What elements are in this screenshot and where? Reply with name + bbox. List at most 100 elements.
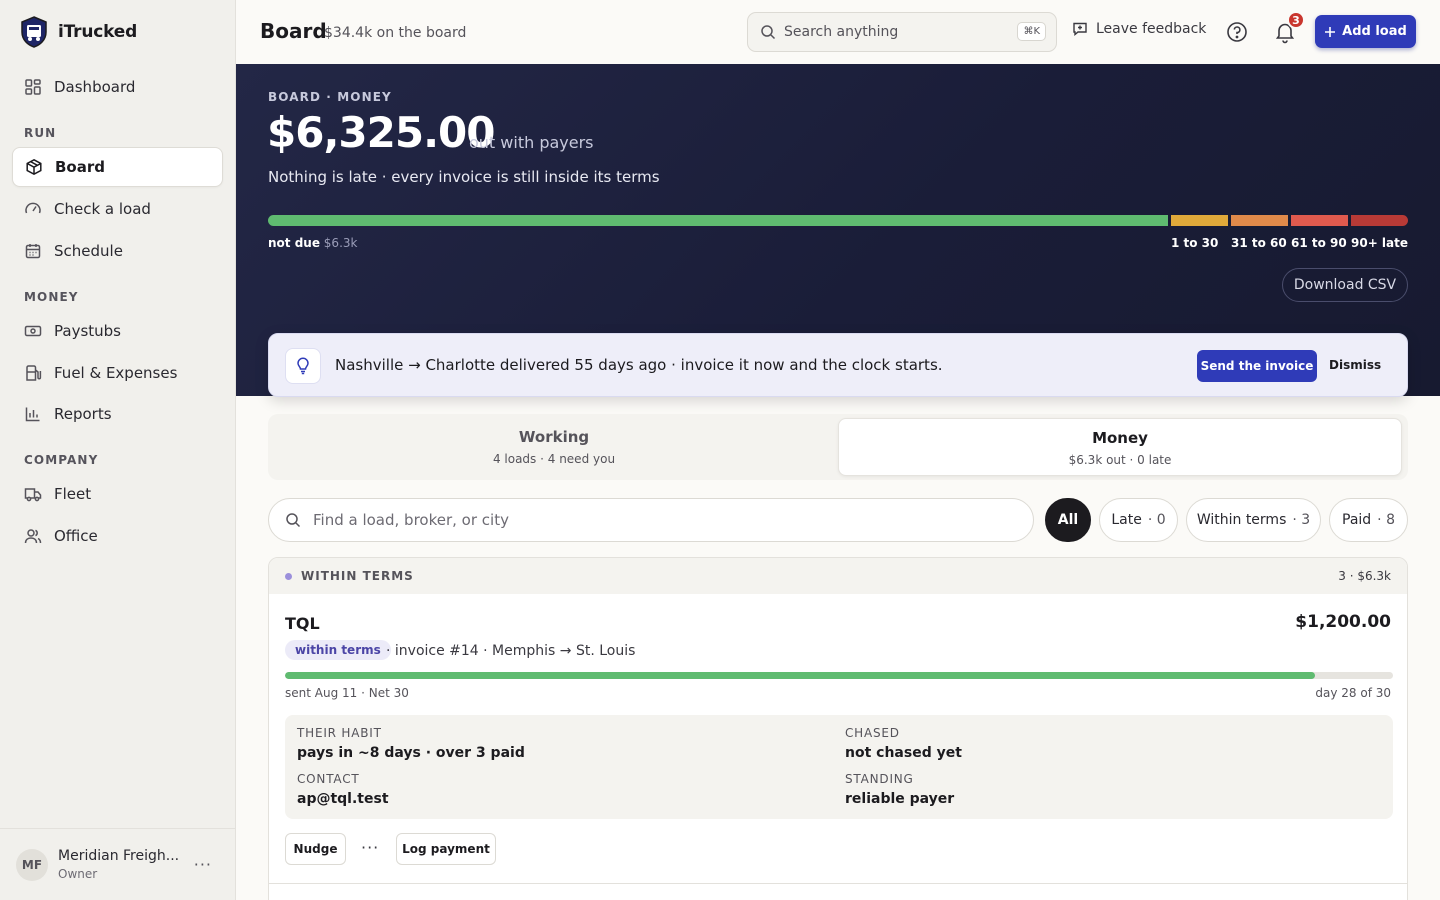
help-icon[interactable] — [1226, 21, 1248, 43]
feedback-icon — [1073, 22, 1087, 36]
aging-label-text: 1 to 30 — [1171, 236, 1219, 250]
sidebar-item-label: Paystubs — [54, 322, 121, 340]
brand-name: iTrucked — [58, 22, 138, 42]
sidebar-item-label: Board — [55, 158, 105, 176]
aging-label-text: 90+ late — [1351, 236, 1409, 250]
sidebar-item-label: Fleet — [54, 485, 92, 503]
sidebar-item-office[interactable]: Office — [12, 516, 223, 556]
brand[interactable]: iTrucked — [20, 16, 137, 48]
search-icon — [761, 25, 776, 40]
hero-note: Nothing is late · every invoice is still… — [268, 168, 660, 186]
leave-feedback-button[interactable]: Leave feedback — [1072, 21, 1206, 37]
org-name: Meridian Freigh... — [58, 848, 180, 864]
invoice-amount: $1,200.00 — [1295, 612, 1391, 632]
hero-eyebrow: BOARD · MONEY — [268, 90, 392, 104]
standing-label: STANDING — [845, 772, 914, 786]
standing-value: reliable payer — [845, 791, 955, 807]
chased-label: CHASED — [845, 726, 900, 740]
invoice-hint-card: Nashville → Charlotte delivered 55 days … — [268, 333, 1408, 397]
status-badge: within terms — [285, 640, 391, 660]
aging-segment — [1171, 215, 1228, 226]
bar-chart-icon — [25, 407, 40, 422]
topbar: Board $34.4k on the board Search anythin… — [236, 0, 1440, 64]
users-icon — [24, 529, 42, 544]
dismiss-button[interactable]: Dismiss — [1329, 358, 1381, 372]
fuel-icon — [26, 365, 42, 381]
tab-subtitle: $6.3k out · 0 late — [1068, 453, 1172, 467]
divider — [269, 883, 1407, 884]
aging-segment — [1291, 215, 1348, 226]
nav-section-money: MONEY — [24, 290, 79, 304]
more-icon[interactable]: ··· — [361, 838, 379, 857]
chip-count: · 8 — [1377, 512, 1395, 528]
download-csv-button[interactable]: Download CSV — [1282, 268, 1408, 302]
habit-label: THEIR HABIT — [297, 726, 382, 740]
tab-money[interactable]: Money $6.3k out · 0 late — [838, 418, 1402, 476]
sidebar-item-label: Office — [54, 527, 98, 545]
dashboard-icon — [25, 79, 41, 95]
find-load-input[interactable]: Find a load, broker, or city — [268, 498, 1034, 542]
sidebar-item-fleet[interactable]: Fleet — [12, 474, 223, 514]
habit-value: pays in ~8 days · over 3 paid — [297, 745, 525, 761]
sidebar-item-check-a-load[interactable]: Check a load — [12, 189, 223, 229]
sidebar-item-label: Reports — [54, 405, 112, 423]
page-subtitle: $34.4k on the board — [324, 25, 467, 41]
more-icon[interactable]: ··· — [194, 855, 212, 874]
nudge-button[interactable]: Nudge — [285, 833, 346, 865]
aging-label: 1 to 30 — [1171, 236, 1218, 250]
hint-text: Nashville → Charlotte delivered 55 days … — [335, 356, 943, 374]
view-tabs: Working 4 loads · 4 need you Money $6.3k… — [268, 414, 1408, 480]
group-summary: 3 · $6.3k — [1338, 569, 1391, 583]
nav-section-run: RUN — [24, 126, 57, 140]
sidebar-item-label: Check a load — [54, 200, 151, 218]
log-payment-button[interactable]: Log payment — [396, 833, 496, 865]
aging-label-text: not due — [268, 236, 320, 250]
aging-label: 61 to 90 — [1291, 236, 1347, 250]
calendar-icon — [25, 244, 41, 259]
gauge-icon — [25, 202, 41, 214]
aging-segment — [268, 215, 1168, 226]
tab-title: Money — [1092, 429, 1148, 447]
tab-working[interactable]: Working 4 loads · 4 need you — [272, 418, 836, 476]
account-switcher[interactable]: MF Meridian Freigh... Owner ··· — [0, 828, 236, 900]
filter-chip-paid[interactable]: Paid · 8 — [1329, 498, 1408, 542]
invoice-meta: · invoice #14 · Memphis → St. Louis — [386, 643, 636, 659]
terms-progress-bar — [285, 672, 1393, 679]
chip-label: Within terms — [1196, 512, 1287, 528]
sidebar-item-label: Schedule — [54, 242, 123, 260]
send-invoice-button[interactable]: Send the invoice — [1197, 350, 1317, 382]
chip-count: · 0 — [1147, 512, 1166, 528]
contact-label: CONTACT — [297, 772, 360, 786]
sidebar-item-paystubs[interactable]: Paystubs — [12, 311, 223, 351]
sidebar-item-schedule[interactable]: Schedule — [12, 231, 223, 271]
sidebar-item-reports[interactable]: Reports — [12, 394, 223, 434]
chip-label: Paid — [1342, 512, 1372, 528]
payer-details: THEIR HABIT pays in ~8 days · over 3 pai… — [285, 715, 1393, 819]
global-search[interactable]: Search anything ⌘K — [747, 12, 1057, 52]
add-load-button[interactable]: Add load — [1315, 15, 1416, 48]
chased-value: not chased yet — [845, 745, 962, 761]
sidebar-item-fuel-expenses[interactable]: Fuel & Expenses — [12, 353, 223, 393]
filter-chip-within-terms[interactable]: Within terms · 3 — [1186, 498, 1321, 542]
terms-progress-fill — [285, 672, 1316, 679]
sidebar-item-label: Dashboard — [54, 78, 136, 96]
plus-icon — [1325, 26, 1336, 37]
aging-segment — [1231, 215, 1288, 226]
nav-section-company: COMPANY — [24, 453, 99, 467]
feedback-label: Leave feedback — [1096, 21, 1207, 37]
invoice-group-within-terms: WITHIN TERMS 3 · $6.3k TQL $1,200.00 wit… — [268, 557, 1408, 900]
filter-chip-all[interactable]: All — [1045, 498, 1091, 542]
add-load-label: Add load — [1342, 24, 1407, 39]
banknote-icon — [24, 325, 42, 337]
logo-icon — [21, 16, 47, 48]
contact-value: ap@tql.test — [297, 791, 389, 807]
avatar: MF — [16, 848, 48, 881]
aging-label-value: $6.3k — [319, 236, 358, 250]
sidebar-item-dashboard[interactable]: Dashboard — [12, 67, 223, 107]
group-header[interactable]: WITHIN TERMS 3 · $6.3k — [269, 558, 1407, 594]
notification-badge: 3 — [1287, 11, 1305, 29]
filter-chip-late[interactable]: Late · 0 — [1099, 498, 1178, 542]
sidebar-item-label: Fuel & Expenses — [54, 364, 178, 382]
aging-label: 90+ late — [1351, 236, 1408, 250]
sidebar-item-board[interactable]: Board — [12, 147, 223, 187]
